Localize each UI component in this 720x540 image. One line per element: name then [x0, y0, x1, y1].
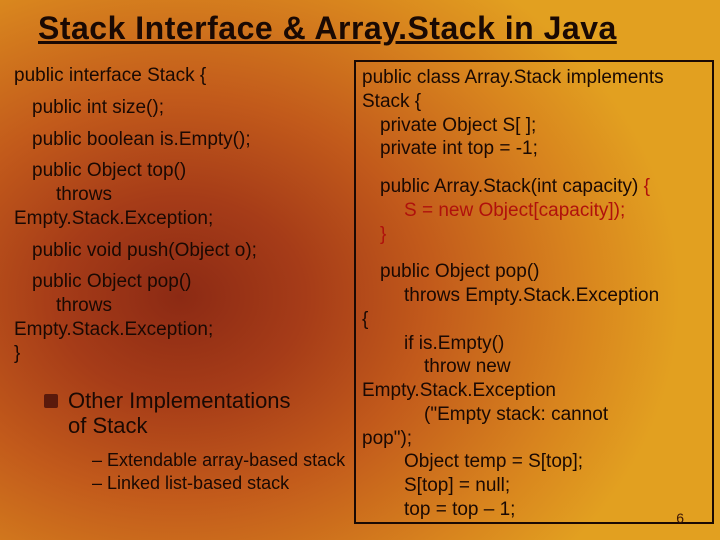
right-column: public class Array.Stack implements Stac…	[354, 60, 714, 524]
code-line: pop");	[362, 427, 706, 451]
code-line: ("Empty stack: cannot	[362, 403, 706, 427]
code-line: public class Array.Stack implements	[362, 66, 706, 90]
code-line: Empty.Stack.Exception	[362, 379, 706, 403]
code-line: public void push(Object o);	[14, 239, 354, 263]
code-line: throws	[14, 183, 354, 207]
code-line: {	[362, 308, 706, 332]
code-line: throws Empty.Stack.Exception	[362, 284, 706, 308]
code-line: public boolean is.Empty();	[14, 128, 354, 152]
sublist-item: Linked list-based stack	[92, 472, 354, 495]
code-line: Stack {	[362, 90, 706, 114]
code-line: S = new Object[capacity]);	[362, 199, 706, 223]
code-line: Object temp = S[top];	[362, 450, 706, 474]
slide-title: Stack Interface & Array.Stack in Java	[38, 10, 617, 47]
code-line: }	[14, 342, 354, 366]
code-line: throws	[14, 294, 354, 318]
code-line: if is.Empty()	[362, 332, 706, 356]
code-line: S[top] = null;	[362, 474, 706, 498]
code-line: public Object pop()	[362, 260, 706, 284]
code-line: public interface Stack {	[14, 64, 354, 88]
code-line: public Array.Stack(int capacity) {	[362, 175, 706, 199]
code-line: private Object S[ ];	[362, 114, 706, 138]
code-line: Empty.Stack.Exception;	[14, 318, 354, 342]
code-line: public int size();	[14, 96, 354, 120]
code-line: public Object pop()	[14, 270, 354, 294]
sublist-item: Extendable array-based stack	[92, 449, 354, 472]
code-line: top = top – 1;	[362, 498, 706, 522]
code-line: throw new	[362, 355, 706, 379]
page-number: 6	[676, 510, 684, 526]
other-implementations-block: Other Implementations of Stack Extendabl…	[44, 388, 354, 495]
bullet-square-icon	[44, 394, 58, 408]
code-line: private int top = -1;	[362, 137, 706, 161]
sublist: Extendable array-based stack Linked list…	[92, 449, 354, 496]
code-line: }	[362, 223, 706, 247]
subheading: Other Implementations of Stack	[68, 388, 291, 439]
code-line: Empty.Stack.Exception;	[14, 207, 354, 231]
code-line: public Object top()	[14, 159, 354, 183]
